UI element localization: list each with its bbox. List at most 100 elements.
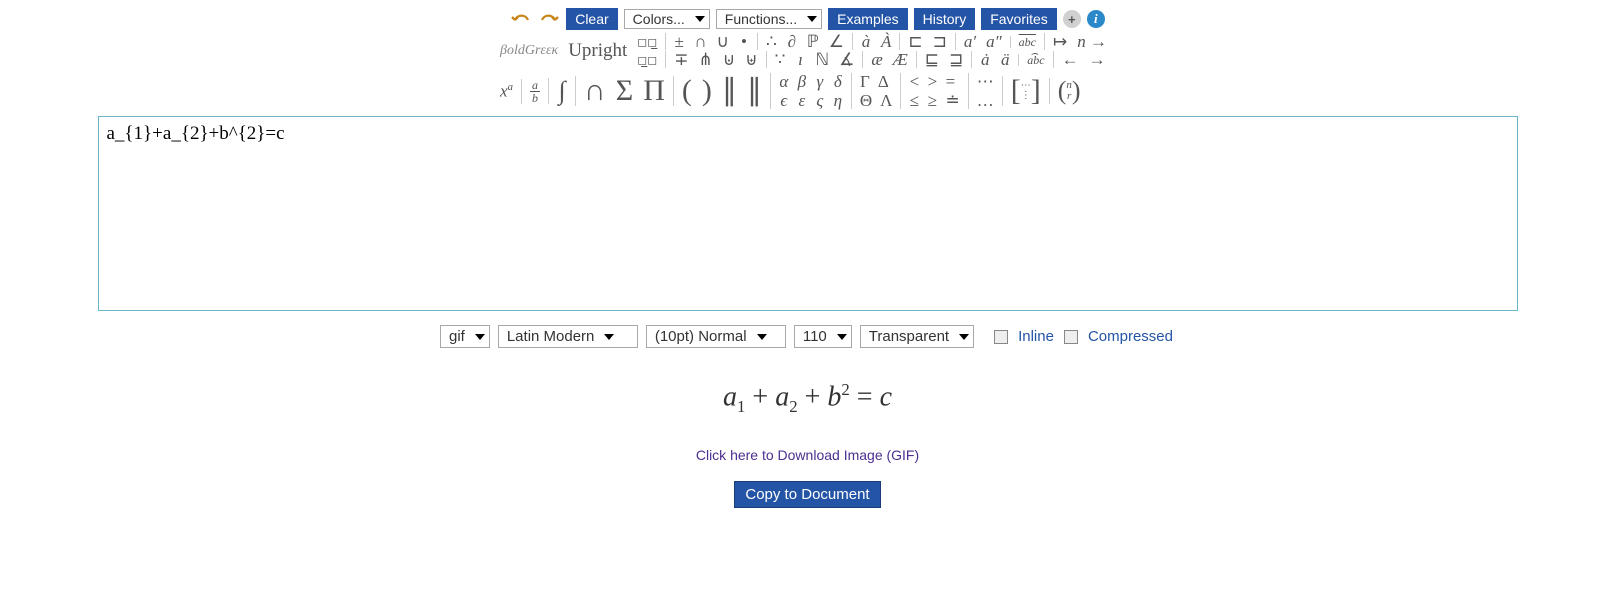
symbol-varepsilon[interactable]: ε <box>797 92 807 109</box>
symbol-vert[interactable]: ∥ <box>722 76 737 106</box>
symbol-box-over[interactable]: ◻◻̲ <box>637 36 657 48</box>
symbol-superscript[interactable]: xa <box>500 82 513 100</box>
colors-label: Colors... <box>633 11 685 27</box>
symbol-sqsupset[interactable]: ⊐ <box>933 33 947 50</box>
colors-select[interactable]: Colors... <box>624 9 710 29</box>
caret-down-icon <box>695 16 705 22</box>
symbol-dprime[interactable]: a″ <box>986 33 1002 50</box>
symbol-varsigma[interactable]: ς <box>815 92 825 109</box>
functions-label: Functions... <box>725 11 797 27</box>
bold-greek-style-button[interactable]: βoldGrεεκ <box>500 44 558 58</box>
caret-down-icon <box>807 16 817 22</box>
symbol-mp[interactable]: ∓ <box>674 51 688 68</box>
symbol-gamma[interactable]: γ <box>815 73 825 90</box>
add-favorite-button[interactable]: + <box>1063 10 1081 28</box>
caret-down-icon <box>475 334 485 340</box>
output-controls: gif Latin Modern (10pt) Normal 110 Trans… <box>440 325 1175 348</box>
symbol-rparen[interactable]: ) <box>702 76 712 106</box>
symbol-sqsubset[interactable]: ⊏ <box>908 33 922 50</box>
symbol-box-under[interactable]: ◻̲◻ <box>637 54 657 66</box>
examples-button[interactable]: Examples <box>828 8 907 30</box>
symbol-biguplus[interactable]: ⊎ <box>745 51 757 68</box>
symbol-imath[interactable]: ı <box>795 51 805 68</box>
symbol-measuredangle[interactable]: ∡ <box>839 51 854 68</box>
background-select[interactable]: Transparent <box>860 325 974 348</box>
symbol-bigcap[interactable]: ∩ <box>584 76 606 106</box>
symbol-alpha[interactable]: α <box>779 73 789 90</box>
favorites-button[interactable]: Favorites <box>981 8 1057 30</box>
font-select[interactable]: Latin Modern <box>498 325 638 348</box>
symbol-doteq[interactable]: ≐ <box>945 92 959 109</box>
symbol-partial[interactable]: ∂ <box>787 33 797 50</box>
symbol-Lambda[interactable]: Λ <box>880 92 892 109</box>
symbol-lparen[interactable]: ( <box>682 76 692 106</box>
caret-down-icon <box>837 334 847 340</box>
symbol-cup[interactable]: ∪ <box>717 33 729 50</box>
symbol-acute-A[interactable]: À <box>881 33 891 50</box>
inline-checkbox[interactable] <box>994 330 1008 344</box>
symbol-n-right[interactable]: n → <box>1077 33 1107 50</box>
formula-input[interactable]: a_{1}+a_{2}+b^{2}=c <box>98 116 1518 311</box>
download-image-link[interactable]: Click here to Download Image (GIF) <box>696 447 919 463</box>
symbol-ldots[interactable]: … <box>977 92 994 109</box>
formula-text: a_{1}+a_{2}+b^{2}=c <box>107 123 285 144</box>
symbol-cdots[interactable]: ⋯ <box>977 73 994 90</box>
symbol-matrix[interactable]: [ ⋯⋮ ] <box>1011 76 1041 106</box>
symbol-mapsto[interactable]: ↦ <box>1053 33 1067 50</box>
symbol-pitchfork[interactable]: ⋔ <box>698 51 712 68</box>
symbol-dvert[interactable]: ∥ <box>747 76 762 106</box>
symbol-bbN[interactable]: ℕ <box>815 51 829 68</box>
copy-to-document-button[interactable]: Copy to Document <box>734 481 880 508</box>
symbol-eta[interactable]: η <box>833 92 843 109</box>
symbol-grave[interactable]: à <box>861 33 871 50</box>
clear-button[interactable]: Clear <box>566 8 617 30</box>
symbol-Gamma[interactable]: Γ <box>860 73 870 90</box>
symbol-prime[interactable]: a′ <box>964 33 976 50</box>
caret-down-icon <box>757 334 767 340</box>
symbol-rightarrow[interactable]: → <box>1089 51 1106 68</box>
caret-down-icon <box>604 334 614 340</box>
symbol-ddot-a[interactable]: ä <box>1000 51 1010 68</box>
upright-style-button[interactable]: Upright <box>568 41 627 60</box>
symbol-sum[interactable]: Σ <box>616 76 633 106</box>
size-select[interactable]: (10pt) Normal <box>646 325 786 348</box>
history-button[interactable]: History <box>914 8 976 30</box>
symbol-therefore[interactable]: ∴ <box>766 33 777 50</box>
symbol-eq[interactable]: = <box>945 73 955 90</box>
symbol-lt[interactable]: < <box>909 73 919 90</box>
symbol-Delta[interactable]: Δ <box>878 73 889 90</box>
format-select[interactable]: gif <box>440 325 490 348</box>
symbol-bbP[interactable]: ℙ <box>807 33 819 50</box>
symbol-cap[interactable]: ∩ <box>694 33 706 50</box>
symbol-binomial[interactable]: ( nr ) <box>1058 78 1081 104</box>
symbol-because[interactable]: ∵ <box>775 51 786 68</box>
symbol-sqsupseteq[interactable]: ⊒ <box>949 51 963 68</box>
symbol-geq[interactable]: ≥ <box>927 92 937 109</box>
functions-select[interactable]: Functions... <box>716 9 822 29</box>
symbol-prod[interactable]: Π <box>643 76 665 106</box>
symbol-pm[interactable]: ± <box>674 33 684 50</box>
symbol-dot-a[interactable]: ȧ <box>980 51 990 68</box>
symbol-uplus[interactable]: ⊍ <box>723 51 735 68</box>
symbol-gt[interactable]: > <box>927 73 937 90</box>
symbol-widehat[interactable]: ⌢abc <box>1027 54 1044 66</box>
symbol-Theta[interactable]: Θ <box>860 92 872 109</box>
top-toolbar: Clear Colors... Functions... Examples Hi… <box>510 8 1105 30</box>
symbol-ae[interactable]: æ <box>871 51 882 68</box>
symbol-epsilon[interactable]: ϵ <box>779 92 789 109</box>
symbol-angle[interactable]: ∠ <box>829 33 844 50</box>
symbol-leq[interactable]: ≤ <box>909 92 919 109</box>
info-button[interactable]: i <box>1087 10 1105 28</box>
symbol-leftarrow[interactable]: ← <box>1062 51 1079 68</box>
dpi-select[interactable]: 110 <box>794 325 852 348</box>
symbol-AE[interactable]: Æ <box>893 51 908 68</box>
symbol-beta[interactable]: β <box>797 73 807 90</box>
undo-button[interactable] <box>510 9 532 29</box>
redo-button[interactable] <box>538 9 560 29</box>
symbol-delta[interactable]: δ <box>833 73 843 90</box>
compressed-checkbox[interactable] <box>1064 330 1078 344</box>
symbol-bullet[interactable]: • <box>739 33 749 50</box>
symbol-integral[interactable]: ∫ <box>557 78 567 104</box>
symbol-sqsubseteq[interactable]: ⊑ <box>925 51 939 68</box>
symbol-fraction[interactable]: a b <box>530 79 540 104</box>
